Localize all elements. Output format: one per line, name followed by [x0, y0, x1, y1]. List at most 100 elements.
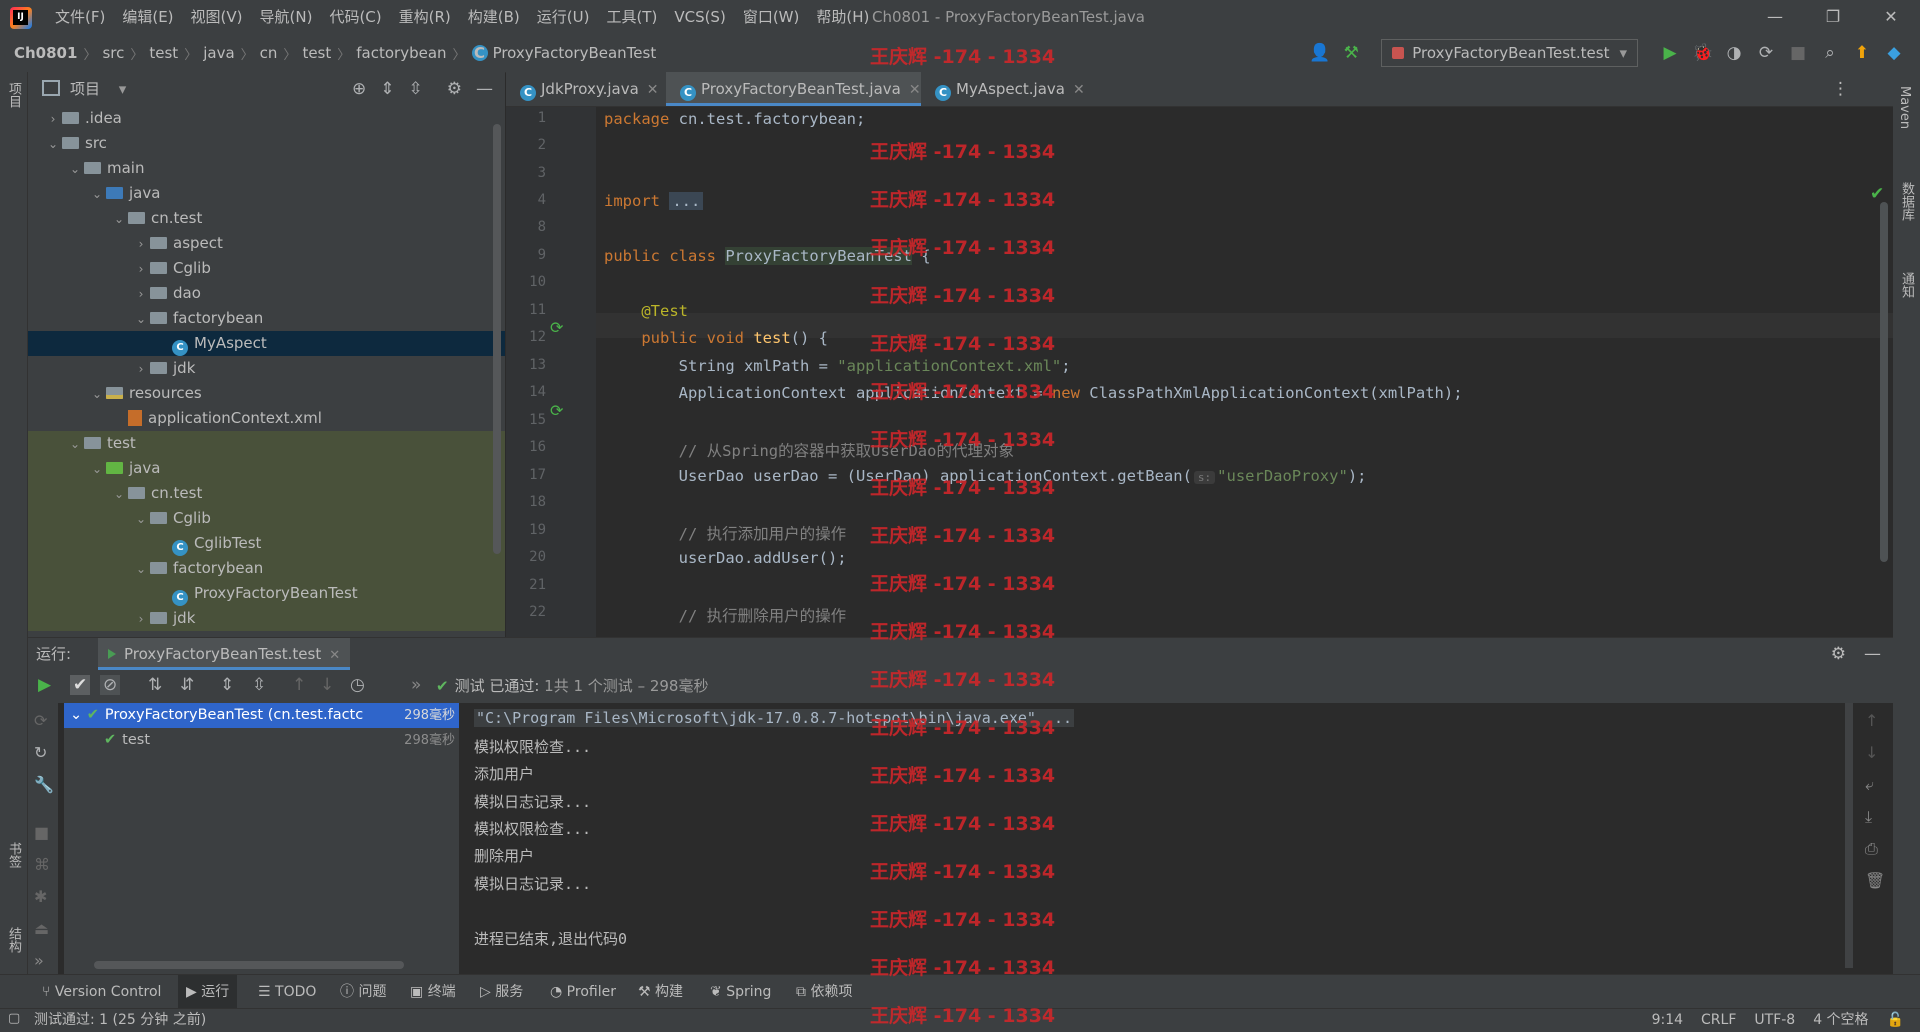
- locate-icon[interactable]: ⊕: [352, 79, 366, 99]
- arrow-up-icon[interactable]: ↑: [1865, 711, 1878, 730]
- tab-terminal[interactable]: ▣ 终端: [410, 975, 456, 1009]
- show-passed-icon[interactable]: ✔: [70, 675, 91, 695]
- editor-scrollbar[interactable]: [1880, 202, 1888, 562]
- menu-help[interactable]: 帮助(H): [816, 0, 869, 34]
- wrench-icon[interactable]: 🔧: [34, 775, 54, 794]
- tree-item[interactable]: ⌄ test: [28, 431, 505, 456]
- tree-item[interactable]: C ProxyFactoryBeanTest: [28, 581, 505, 606]
- chevron-down-icon[interactable]: ⌄: [88, 457, 106, 482]
- show-ignored-icon[interactable]: ⊘: [100, 675, 121, 695]
- collapse-all-icon[interactable]: ⇳: [409, 79, 423, 99]
- sort-duration-icon[interactable]: ⇵: [180, 675, 194, 695]
- trash-icon[interactable]: 🗑: [1865, 871, 1885, 890]
- breadcrumb-cn[interactable]: cn: [260, 44, 278, 62]
- debug-icon[interactable]: ✱: [34, 887, 47, 906]
- test-tree-scrollbar[interactable]: [94, 961, 404, 969]
- breadcrumb-class[interactable]: ProxyFactoryBeanTest: [493, 44, 657, 62]
- file-encoding[interactable]: UTF-8: [1754, 1009, 1795, 1032]
- tab-myaspect[interactable]: C MyAspect.java ✕: [921, 72, 1105, 106]
- restore-icon[interactable]: ❐: [1804, 0, 1862, 34]
- chevron-down-icon[interactable]: ⌄: [110, 482, 128, 507]
- camera-icon[interactable]: ⌘: [34, 855, 50, 874]
- run-icon[interactable]: ▶: [1660, 43, 1680, 63]
- tree-item[interactable]: › aspect: [28, 231, 505, 256]
- breadcrumb-test[interactable]: test: [149, 44, 178, 62]
- close-icon[interactable]: ✕: [909, 82, 921, 98]
- menu-navigate[interactable]: 导航(N): [260, 0, 313, 34]
- project-panel-title[interactable]: 项目 ▾: [42, 72, 126, 106]
- rerun-failed-icon[interactable]: ⟳: [34, 711, 47, 730]
- chevron-down-icon[interactable]: ⌄: [88, 382, 106, 407]
- chevron-down-icon[interactable]: ⌄: [88, 182, 106, 207]
- chevron-right-icon[interactable]: ›: [132, 257, 150, 282]
- bookmarks-tool-button[interactable]: 书签: [4, 842, 23, 868]
- chevron-down-icon[interactable]: ⌄: [132, 557, 150, 582]
- menu-run[interactable]: 运行(U): [537, 0, 590, 34]
- tree-item[interactable]: › Cglib: [28, 256, 505, 281]
- tab-problems[interactable]: ⓘ 问题: [340, 975, 386, 1009]
- tree-item[interactable]: ⌄ java: [28, 456, 505, 481]
- profile-icon[interactable]: ⟳: [1756, 43, 1776, 63]
- tree-item[interactable]: › dao: [28, 281, 505, 306]
- chevron-down-icon[interactable]: ⌄: [132, 307, 150, 332]
- stop-icon[interactable]: ■: [34, 823, 49, 842]
- tree-item[interactable]: C MyAspect: [28, 331, 505, 356]
- tree-item[interactable]: ⌄ src: [28, 131, 505, 156]
- tab-dependencies[interactable]: ⧉ 依赖项: [796, 975, 852, 1009]
- tab-spring[interactable]: ❦ Spring: [710, 975, 771, 1009]
- project-tool-button[interactable]: 项目: [4, 82, 23, 108]
- tab-jdkproxy[interactable]: C JdkProxy.java ✕: [506, 72, 680, 106]
- chevron-right-icon[interactable]: ›: [132, 282, 150, 307]
- chevron-right-icon[interactable]: ›: [132, 607, 150, 632]
- build-hammer-icon[interactable]: ⚒: [1341, 43, 1361, 63]
- database-tool-button[interactable]: 数据库: [1897, 182, 1916, 221]
- tab-profiler[interactable]: ◔ Profiler: [550, 975, 616, 1009]
- rerun-icon[interactable]: ▶: [38, 675, 51, 695]
- expand-all-icon[interactable]: ⇕: [220, 675, 234, 695]
- arrow-down-icon[interactable]: ↓: [1865, 743, 1878, 762]
- exit-icon[interactable]: ⏏: [34, 919, 49, 938]
- line-separator[interactable]: CRLF: [1701, 1009, 1736, 1032]
- tab-run[interactable]: ▶ 运行: [178, 975, 238, 1009]
- structure-tool-button[interactable]: 结构: [4, 927, 23, 953]
- menu-build[interactable]: 构建(B): [468, 0, 520, 34]
- breadcrumb-test-pkg[interactable]: test: [302, 44, 331, 62]
- menu-tools[interactable]: 工具(T): [606, 0, 657, 34]
- tree-item[interactable]: ⌄ main: [28, 156, 505, 181]
- collapse-all-icon[interactable]: ⇳: [252, 675, 266, 695]
- tree-item[interactable]: ⌄ factorybean: [28, 556, 505, 581]
- user-icon[interactable]: 👤: [1309, 43, 1330, 63]
- code-with-me-icon[interactable]: ◆: [1884, 43, 1904, 63]
- more-icon[interactable]: »: [34, 951, 44, 970]
- code-area[interactable]: package cn.test.factorybean; import ... …: [604, 107, 1884, 637]
- chevron-down-icon[interactable]: ⌄: [66, 157, 84, 182]
- chevron-right-icon[interactable]: ›: [44, 107, 62, 132]
- history-icon[interactable]: ◷: [350, 675, 365, 695]
- hide-panel-icon[interactable]: —: [1864, 638, 1881, 670]
- maven-tool-button[interactable]: Maven: [1897, 86, 1912, 129]
- notifications-tool-button[interactable]: 通知: [1897, 272, 1916, 298]
- menu-code[interactable]: 代码(C): [329, 0, 381, 34]
- run-test-gutter-icon[interactable]: ⟳: [550, 318, 563, 337]
- more-icon[interactable]: »: [411, 675, 421, 695]
- tab-version-control[interactable]: ⑂ Version Control: [42, 975, 161, 1009]
- gear-icon[interactable]: ⚙: [1831, 638, 1846, 670]
- tree-item[interactable]: ⌄ resources: [28, 381, 505, 406]
- chevron-right-icon[interactable]: ›: [132, 357, 150, 382]
- gear-icon[interactable]: ⚙: [447, 79, 462, 99]
- panel-toggle-icon[interactable]: ▢: [8, 1011, 20, 1026]
- project-scrollbar[interactable]: [493, 124, 501, 554]
- stop-icon[interactable]: ■: [1788, 43, 1808, 63]
- menu-vcs[interactable]: VCS(S): [674, 0, 725, 34]
- menu-view[interactable]: 视图(V): [191, 0, 243, 34]
- previous-icon[interactable]: ↑: [292, 675, 306, 695]
- hide-panel-icon[interactable]: —: [476, 79, 493, 99]
- test-result-row[interactable]: ✔ test 298毫秒: [64, 728, 459, 753]
- lock-icon[interactable]: 🔓: [1887, 1009, 1904, 1032]
- chevron-right-icon[interactable]: ›: [132, 232, 150, 257]
- minimize-icon[interactable]: —: [1746, 0, 1804, 34]
- chevron-down-icon[interactable]: ⌄: [66, 432, 84, 457]
- more-options-icon[interactable]: ⋮: [1832, 79, 1849, 99]
- breadcrumb-project[interactable]: Ch0801: [14, 44, 77, 62]
- run-configuration-select[interactable]: ProxyFactoryBeanTest.test ▾: [1381, 39, 1638, 67]
